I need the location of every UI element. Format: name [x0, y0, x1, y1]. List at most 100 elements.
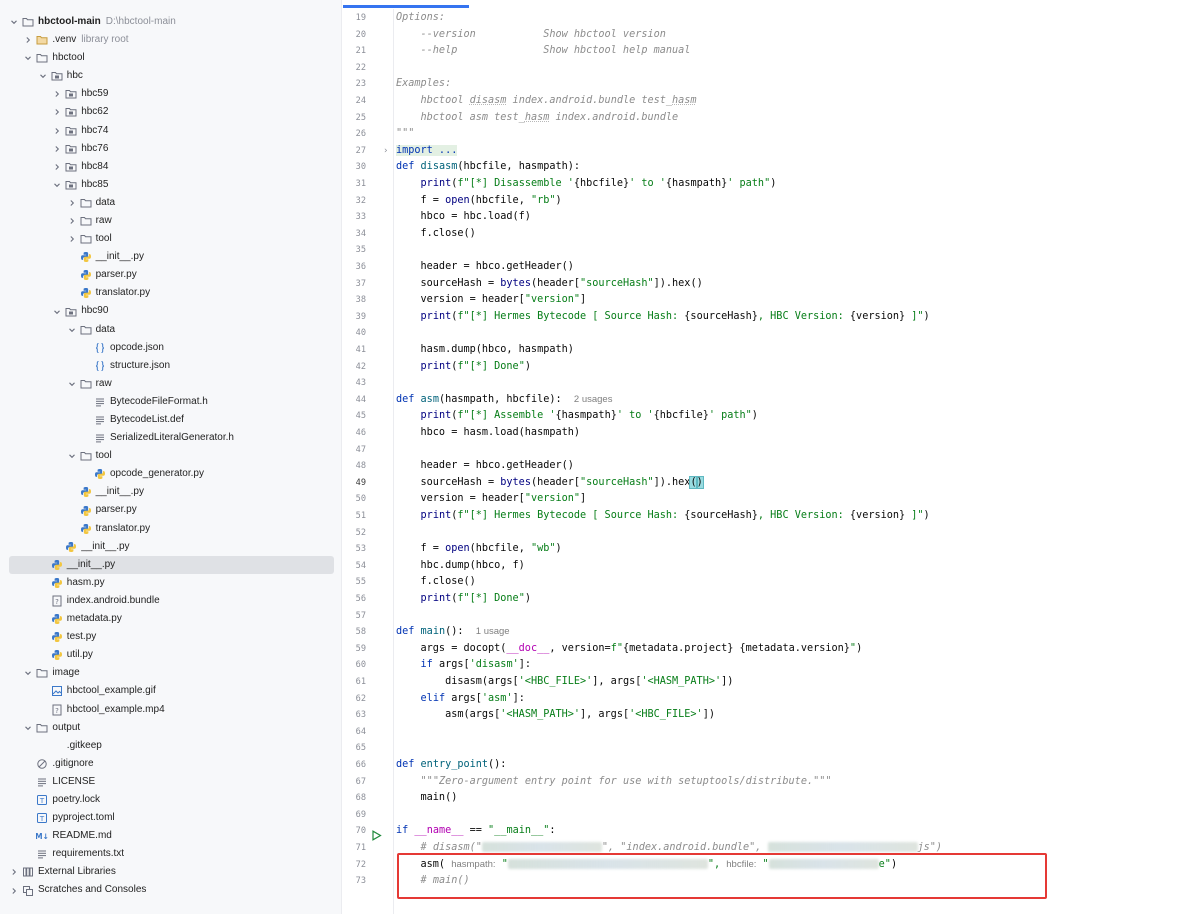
tree-item[interactable]: __init__.py [0, 538, 341, 556]
code-line[interactable]: 48 header = hbco.getHeader() [343, 458, 1200, 475]
code-line[interactable]: 64 [343, 724, 1200, 741]
tree-item[interactable]: .gitkeep [0, 737, 341, 755]
chevron-right-icon[interactable] [22, 31, 34, 49]
tree-item[interactable]: tool [0, 230, 341, 248]
chevron-down-icon[interactable] [66, 321, 78, 339]
chevron-down-icon[interactable] [51, 176, 63, 194]
tree-item[interactable]: translator.py [0, 520, 341, 538]
tree-item[interactable]: External Libraries [0, 863, 341, 881]
code-line[interactable]: 56 print(f"[*] Done") [343, 591, 1200, 608]
code-line[interactable]: 27 › import ... [343, 143, 1200, 160]
chevron-right-icon[interactable] [51, 85, 63, 103]
tree-item[interactable]: output [0, 719, 341, 737]
tree-item[interactable]: data [0, 321, 341, 339]
code-line[interactable]: 45 print(f"[*] Assemble '{hasmpath}' to … [343, 408, 1200, 425]
tree-item[interactable]: .venv library root [0, 31, 341, 49]
code-line[interactable]: 36 header = hbco.getHeader() [343, 259, 1200, 276]
tree-item[interactable]: LICENSE [0, 773, 341, 791]
code-line[interactable]: 32 f = open(hbcfile, "rb") [343, 193, 1200, 210]
tree-item[interactable]: opcode_generator.py [0, 465, 341, 483]
tree-item[interactable]: parser.py [0, 502, 341, 520]
code-line[interactable]: 62 elif args['asm']: [343, 691, 1200, 708]
code-line[interactable]: 34 f.close() [343, 226, 1200, 243]
code-line[interactable]: 55 f.close() [343, 574, 1200, 591]
code-line[interactable]: 39 print(f"[*] Hermes Bytecode [ Source … [343, 309, 1200, 326]
chevron-right-icon[interactable] [51, 122, 63, 140]
tree-item[interactable]: raw [0, 375, 341, 393]
code-line[interactable]: 42 print(f"[*] Done") [343, 359, 1200, 376]
chevron-down-icon[interactable] [51, 303, 63, 321]
tree-item[interactable]: M↓ README.md [0, 827, 341, 845]
chevron-down-icon[interactable] [22, 719, 34, 737]
tree-item[interactable]: raw [0, 212, 341, 230]
code-line[interactable]: 70 if __name__ == "__main__": [343, 823, 1200, 842]
code-line[interactable]: 41 hasm.dump(hbco, hasmpath) [343, 342, 1200, 359]
fold-expand-icon[interactable]: › [384, 143, 392, 160]
tree-item[interactable]: Tpoetry.lock [0, 791, 341, 809]
tree-item[interactable]: hbc85 [0, 176, 341, 194]
chevron-down-icon[interactable] [22, 664, 34, 682]
tree-item[interactable]: BytecodeFileFormat.h [0, 393, 341, 411]
code-line[interactable]: 57 [343, 608, 1200, 625]
tree-item[interactable]: SerializedLiteralGenerator.h [0, 429, 341, 447]
chevron-down-icon[interactable] [8, 13, 20, 31]
code-line[interactable]: 66 def entry_point(): [343, 757, 1200, 774]
code-line[interactable]: 26 """ [343, 126, 1200, 143]
chevron-right-icon[interactable] [8, 863, 20, 881]
code-line[interactable]: 22 [343, 60, 1200, 77]
tree-item[interactable]: hbctool [0, 49, 341, 67]
code-line[interactable]: 63 asm(args['<HASM_PATH>'], args['<HBC_F… [343, 707, 1200, 724]
code-line[interactable]: 40 [343, 325, 1200, 342]
code-line[interactable]: 31 print(f"[*] Disassemble '{hbcfile}' t… [343, 176, 1200, 193]
tree-item[interactable]: parser.py [0, 266, 341, 284]
tree-item[interactable]: opcode.json [0, 339, 341, 357]
code-line[interactable]: 21 --help Show hbctool help manual [343, 43, 1200, 60]
code-line[interactable]: 69 [343, 807, 1200, 824]
tree-item[interactable]: structure.json [0, 357, 341, 375]
code-editor[interactable]: 19 Options: 20 --version Show hbctool vers… [343, 0, 1200, 914]
tree-item[interactable]: translator.py [0, 284, 341, 302]
code-line[interactable]: 60 if args['disasm']: [343, 657, 1200, 674]
code-line[interactable]: 58 def main(): 1 usage [343, 624, 1200, 641]
chevron-right-icon[interactable] [8, 882, 20, 900]
tree-item[interactable]: test.py [0, 628, 341, 646]
tree-item[interactable]: hbc74 [0, 122, 341, 140]
chevron-right-icon[interactable] [51, 158, 63, 176]
chevron-right-icon[interactable] [66, 194, 78, 212]
tree-item[interactable]: hbctool_example.gif [0, 682, 341, 700]
tree-item[interactable]: hbc59 [0, 85, 341, 103]
code-line[interactable]: 51 print(f"[*] Hermes Bytecode [ Source … [343, 508, 1200, 525]
code-line[interactable]: 37 sourceHash = bytes(header["sourceHash… [343, 276, 1200, 293]
tree-item[interactable]: BytecodeList.def [0, 411, 341, 429]
tree-item[interactable]: util.py [0, 646, 341, 664]
chevron-down-icon[interactable] [37, 67, 49, 85]
code-line[interactable]: 24 hbctool disasm index.android.bundle t… [343, 93, 1200, 110]
code-line[interactable]: 61 disasm(args['<HBC_FILE>'], args['<HAS… [343, 674, 1200, 691]
code-line[interactable]: 50 version = header["version"] [343, 491, 1200, 508]
chevron-right-icon[interactable] [51, 103, 63, 121]
tree-item[interactable]: hbc76 [0, 140, 341, 158]
code-line[interactable]: 52 [343, 525, 1200, 542]
code-line[interactable]: 35 [343, 242, 1200, 259]
chevron-down-icon[interactable] [66, 375, 78, 393]
tree-item[interactable]: __init__.py [9, 555, 334, 574]
tree-item[interactable]: data [0, 194, 341, 212]
code-line[interactable]: 59 args = docopt(__doc__, version=f"{met… [343, 641, 1200, 658]
chevron-right-icon[interactable] [66, 212, 78, 230]
tree-item[interactable]: hbc62 [0, 103, 341, 121]
code-line[interactable]: 30 def disasm(hbcfile, hasmpath): [343, 159, 1200, 176]
tree-item[interactable]: ? hbctool_example.mp4 [0, 701, 341, 719]
tree-item[interactable]: hasm.py [0, 574, 341, 592]
tree-item[interactable]: hbc84 [0, 158, 341, 176]
chevron-right-icon[interactable] [51, 140, 63, 158]
tree-item[interactable]: Tpyproject.toml [0, 809, 341, 827]
chevron-down-icon[interactable] [22, 49, 34, 67]
code-line[interactable]: 54 hbc.dump(hbco, f) [343, 558, 1200, 575]
code-line[interactable]: 23 Examples: [343, 76, 1200, 93]
run-gutter-icon[interactable] [371, 826, 382, 842]
chevron-right-icon[interactable] [66, 230, 78, 248]
code-line[interactable]: 38 version = header["version"] [343, 292, 1200, 309]
code-line[interactable]: 68 main() [343, 790, 1200, 807]
code-line[interactable]: 44 def asm(hasmpath, hbcfile): 2 usages [343, 392, 1200, 409]
tree-item[interactable]: ? index.android.bundle [0, 592, 341, 610]
